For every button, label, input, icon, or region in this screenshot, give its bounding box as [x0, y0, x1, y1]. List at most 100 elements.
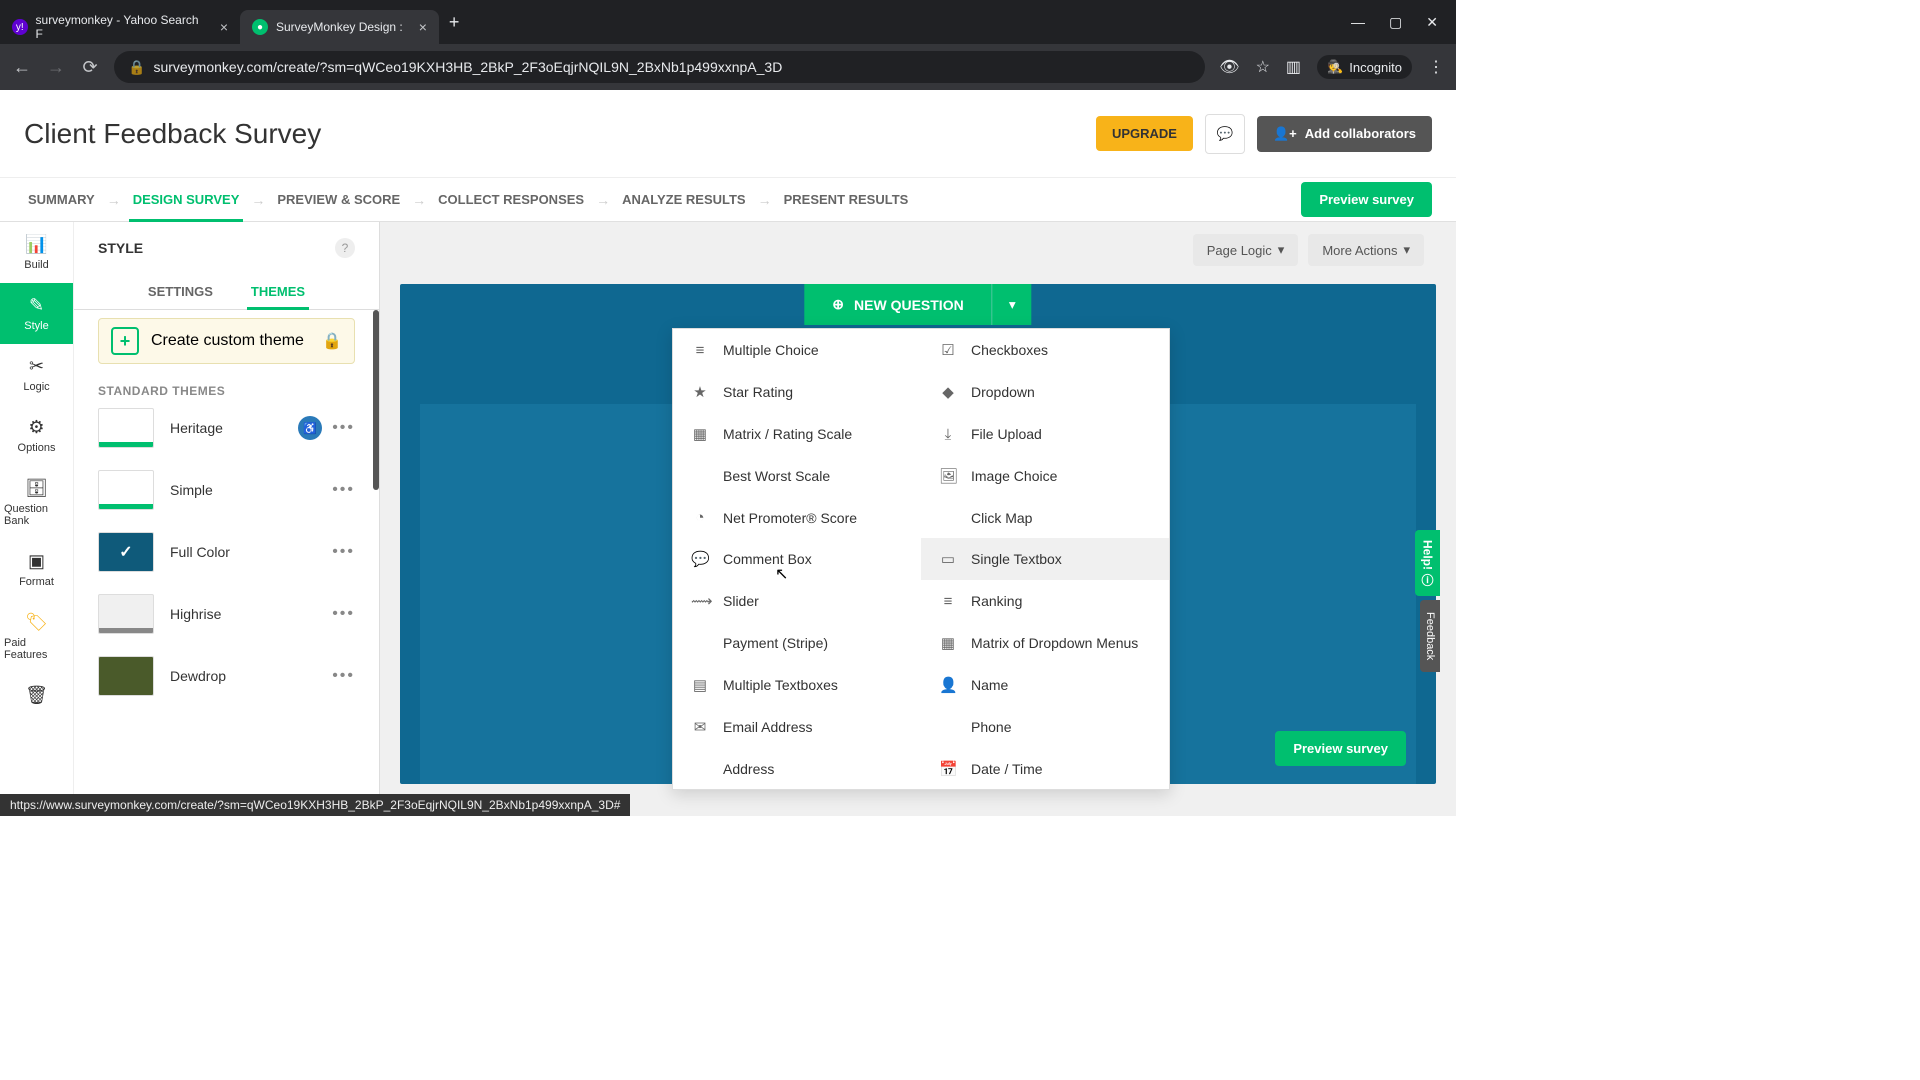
qtype-name[interactable]: 👤Name — [921, 664, 1169, 706]
chevron-down-icon: ▾ — [1278, 242, 1285, 258]
rail-item-trash[interactable]: 🗑 — [0, 673, 73, 718]
theme-name: Heritage — [170, 420, 223, 436]
qtype-comment-box[interactable]: 💬Comment Box — [673, 538, 921, 580]
star-icon[interactable]: ☆ — [1256, 57, 1270, 77]
nav-tab-present[interactable]: PRESENT RESULTS — [780, 178, 913, 222]
menu-icon[interactable]: ⋮ — [1428, 57, 1444, 77]
star-icon: ★ — [691, 383, 709, 401]
new-tab-button[interactable]: + — [439, 12, 470, 33]
qtype-payment[interactable]: Payment (Stripe) — [673, 622, 921, 664]
rail-label: Paid Features — [4, 637, 69, 661]
forward-icon[interactable]: → — [46, 57, 66, 78]
new-question-dropdown[interactable]: ▾ — [992, 284, 1032, 325]
qtype-click-map[interactable]: Click Map — [921, 497, 1169, 538]
browser-tab[interactable]: ● SurveyMonkey Design : × — [240, 10, 439, 44]
theme-row[interactable]: Full Color ••• — [98, 532, 355, 572]
theme-name: Full Color — [170, 544, 230, 560]
close-icon[interactable]: × — [220, 19, 228, 35]
qtype-matrix[interactable]: ▦Matrix / Rating Scale — [673, 413, 921, 455]
new-question-bar: ⊕ NEW QUESTION ▾ — [804, 284, 1031, 325]
qtype-best-worst[interactable]: Best Worst Scale — [673, 455, 921, 497]
grid-dropdown-icon: ▦ — [939, 634, 957, 652]
rail-item-format[interactable]: ▣ Format — [0, 539, 73, 600]
subtab-themes[interactable]: THEMES — [247, 274, 309, 309]
chevron-right-icon: → — [412, 192, 426, 208]
qtype-matrix-dropdown[interactable]: ▦Matrix of Dropdown Menus — [921, 622, 1169, 664]
qtype-single-textbox[interactable]: ▭Single Textbox — [921, 538, 1169, 580]
rail-item-build[interactable]: 📊 Build — [0, 222, 73, 283]
qtype-dropdown[interactable]: ◆Dropdown — [921, 371, 1169, 413]
panel-icon[interactable]: ▥ — [1286, 57, 1301, 77]
new-question-button[interactable]: ⊕ NEW QUESTION — [804, 284, 991, 325]
user-plus-icon: 👤+ — [1273, 126, 1297, 142]
more-icon[interactable]: ••• — [332, 481, 355, 499]
close-icon[interactable]: × — [419, 19, 427, 35]
help-icon[interactable]: ? — [335, 238, 355, 258]
eye-off-icon[interactable]: 👁 — [1219, 57, 1239, 77]
nav-tab-design[interactable]: DESIGN SURVEY — [129, 178, 244, 222]
qtype-slider[interactable]: ⟿Slider — [673, 580, 921, 622]
qtype-phone[interactable]: Phone — [921, 706, 1169, 748]
browser-tab[interactable]: y! surveymonkey - Yahoo Search F × — [0, 10, 240, 44]
minimize-icon[interactable]: — — [1351, 14, 1365, 31]
qtype-checkboxes[interactable]: ☑Checkboxes — [921, 329, 1169, 371]
more-icon[interactable]: ••• — [332, 667, 355, 685]
tag-icon: 🏷 — [25, 612, 48, 633]
survey-title[interactable]: Client Feedback Survey — [24, 118, 321, 150]
rail-item-paid[interactable]: 🏷 Paid Features — [0, 600, 73, 673]
qtype-ranking[interactable]: ≡Ranking — [921, 580, 1169, 622]
plus-circle-icon: ⊕ — [832, 296, 844, 313]
theme-name: Highrise — [170, 606, 221, 622]
reload-icon[interactable]: ⟳ — [80, 57, 100, 78]
subtab-settings[interactable]: SETTINGS — [144, 274, 217, 309]
qtype-file-upload[interactable]: ⤓File Upload — [921, 413, 1169, 455]
nav-tab-collect[interactable]: COLLECT RESPONSES — [434, 178, 588, 222]
theme-name: Simple — [170, 482, 213, 498]
qtype-email[interactable]: ✉Email Address — [673, 706, 921, 748]
theme-row[interactable]: Simple ••• — [98, 470, 355, 510]
rail-item-style[interactable]: ✎ Style — [0, 283, 73, 344]
theme-row[interactable]: Heritage ♿ ••• — [98, 408, 355, 448]
theme-row[interactable]: Highrise ••• — [98, 594, 355, 634]
create-custom-theme[interactable]: + Create custom theme 🔒 — [98, 318, 355, 364]
qtype-multiple-textboxes[interactable]: ▤Multiple Textboxes — [673, 664, 921, 706]
qtype-image-choice[interactable]: 🖼Image Choice — [921, 455, 1169, 497]
person-icon: 👤 — [939, 676, 957, 694]
back-icon[interactable]: ← — [12, 57, 32, 78]
rail-item-logic[interactable]: ✂ Logic — [0, 344, 73, 405]
accessibility-icon[interactable]: ♿ — [298, 416, 322, 440]
app-header: Client Feedback Survey UPGRADE 💬 👤+ Add … — [0, 90, 1456, 178]
workflow-nav: SUMMARY → DESIGN SURVEY → PREVIEW & SCOR… — [0, 178, 1456, 222]
url-input[interactable]: 🔒 surveymonkey.com/create/?sm=qWCeo19KXH… — [114, 51, 1205, 83]
more-icon[interactable]: ••• — [332, 543, 355, 561]
scrollbar[interactable] — [373, 310, 379, 490]
rail-item-question-bank[interactable]: 🗄 Question Bank — [0, 466, 73, 539]
theme-row[interactable]: Dewdrop ••• — [98, 656, 355, 696]
nav-tab-analyze[interactable]: ANALYZE RESULTS — [618, 178, 750, 222]
more-icon[interactable]: ••• — [332, 419, 355, 437]
upgrade-button[interactable]: UPGRADE — [1096, 116, 1193, 151]
nav-tab-preview[interactable]: PREVIEW & SCORE — [273, 178, 404, 222]
add-collaborators-button[interactable]: 👤+ Add collaborators — [1257, 116, 1432, 152]
theme-thumb — [98, 656, 154, 696]
gauge-icon: ◔ — [691, 509, 709, 526]
help-tab[interactable]: Help! ⓘ — [1415, 530, 1440, 596]
close-window-icon[interactable]: ✕ — [1426, 14, 1438, 31]
qtype-star-rating[interactable]: ★Star Rating — [673, 371, 921, 413]
qtype-date-time[interactable]: 📅Date / Time — [921, 748, 1169, 790]
more-icon[interactable]: ••• — [332, 605, 355, 623]
incognito-badge[interactable]: 🕵 Incognito — [1317, 55, 1412, 79]
rail-item-options[interactable]: ⚙ Options — [0, 405, 73, 466]
floating-preview-button[interactable]: Preview survey — [1275, 731, 1406, 766]
qtype-nps[interactable]: ◔Net Promoter® Score — [673, 497, 921, 538]
preview-survey-button[interactable]: Preview survey — [1301, 182, 1432, 217]
qtype-address[interactable]: Address — [673, 748, 921, 790]
nav-tab-summary[interactable]: SUMMARY — [24, 178, 99, 222]
maximize-icon[interactable]: ▢ — [1389, 14, 1402, 31]
qtype-multiple-choice[interactable]: ≡Multiple Choice — [673, 329, 921, 371]
feedback-tab[interactable]: Feedback — [1420, 600, 1440, 672]
page-logic-button[interactable]: Page Logic ▾ — [1193, 234, 1299, 266]
chat-button[interactable]: 💬 — [1205, 114, 1245, 154]
page-logic-label: Page Logic — [1207, 243, 1272, 258]
more-actions-button[interactable]: More Actions ▾ — [1308, 234, 1424, 266]
